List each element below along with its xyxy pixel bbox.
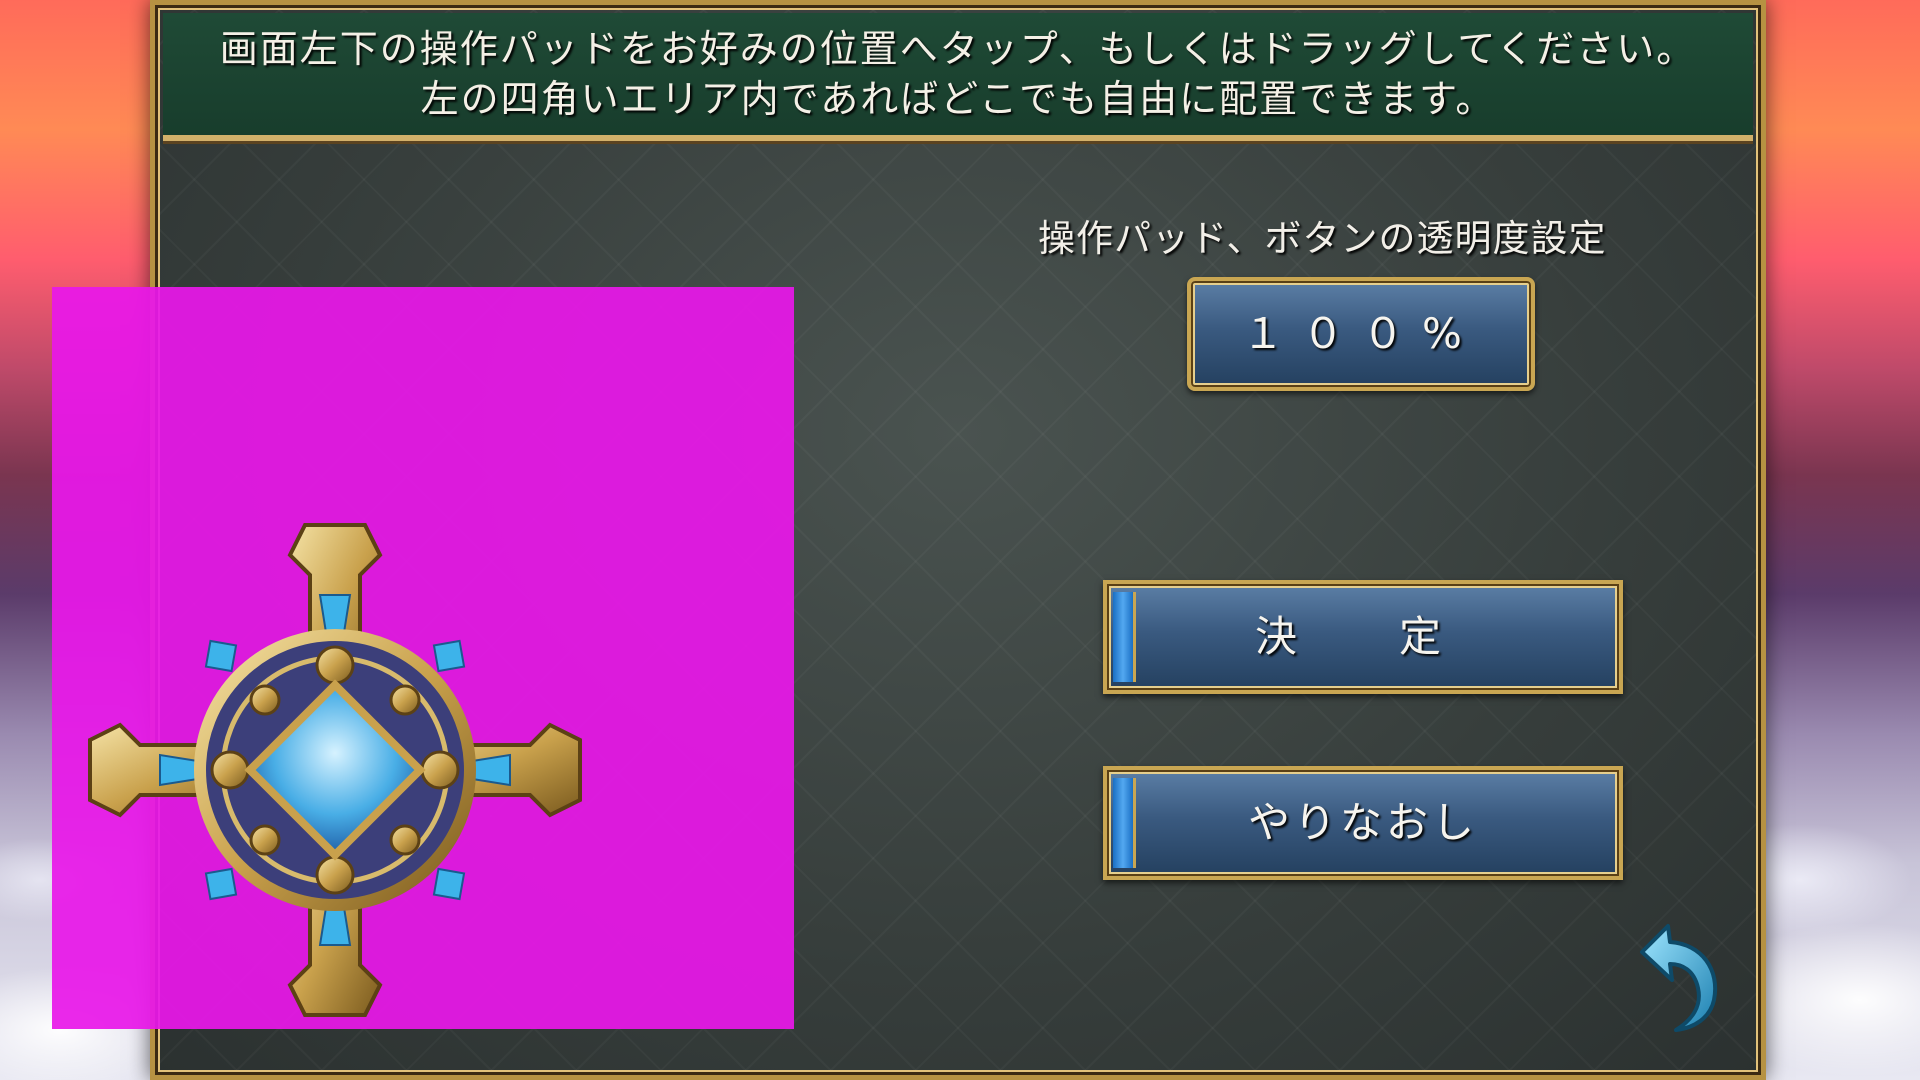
confirm-button-label: 決 定 <box>1254 612 1471 661</box>
button-accent-bar <box>1113 778 1136 868</box>
button-accent-bar <box>1113 592 1136 682</box>
opacity-setting-label: 操作パッド、ボタンの透明度設定 <box>1038 217 1607 260</box>
redo-button[interactable]: やりなおし <box>1103 766 1623 880</box>
back-arrow-icon[interactable] <box>1632 922 1724 1032</box>
redo-button-label: やりなおし <box>1247 798 1478 847</box>
confirm-button[interactable]: 決 定 <box>1103 580 1623 694</box>
instruction-header: 画面左下の操作パッドをお好みの位置へタップ、もしくはドラッグしてください。 左の… <box>163 13 1753 141</box>
instruction-line-1: 画面左下の操作パッドをお好みの位置へタップ、もしくはドラッグしてください。 <box>219 27 1697 71</box>
instruction-line-2: 左の四角いエリア内であればどこでも自由に配置できます。 <box>420 77 1496 121</box>
ornate-cross-dpad-icon[interactable] <box>80 515 590 1025</box>
opacity-value-button[interactable]: １００% <box>1187 277 1535 391</box>
